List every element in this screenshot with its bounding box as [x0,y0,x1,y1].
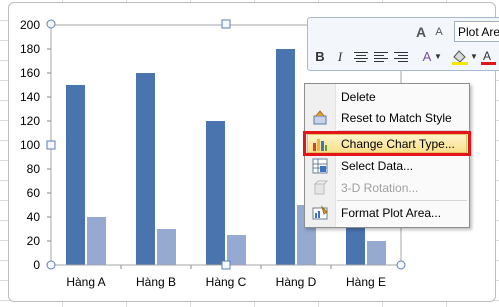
y-tick-label: 60 [27,186,41,200]
y-tick-label: 160 [20,66,40,80]
align-right-icon[interactable] [394,52,408,62]
bar-series-1-2[interactable] [206,121,225,265]
font-name-box[interactable]: Plot Area [454,21,499,42]
menu-item-label: 3-D Rotation... [341,181,419,195]
y-tick-label: 180 [20,42,40,56]
dropdown-arrow-icon[interactable]: ▼ [434,47,442,67]
y-tick-label: 0 [33,258,40,272]
font-style-button[interactable]: A [420,47,434,67]
resize-handle-bottom-right[interactable] [396,260,406,270]
x-tick-label: Hàng C [206,275,247,289]
menu-item-3d-rotation: 3-D Rotation... [305,178,469,198]
y-tick-label: 40 [27,210,41,224]
menu-item-delete[interactable]: Delete [305,87,469,107]
mini-toolbar: A A Plot Area B I A ▼ ▼ A [307,17,499,71]
bar-series-2-0[interactable] [87,217,106,265]
reset-style-icon [313,110,327,125]
x-tick-label: Hàng A [66,275,105,289]
resize-handle-bottom[interactable] [221,260,231,270]
highlight-box [303,131,471,156]
fill-color-icon[interactable] [450,48,470,66]
svg-text:A: A [483,49,491,63]
bold-button[interactable]: B [312,47,328,67]
menu-item-label: Select Data... [341,159,414,173]
menu-item-label: Reset to Match Style [341,111,452,125]
bar-series-1-1[interactable] [136,73,155,265]
bar-series-1-0[interactable] [66,85,85,265]
align-buttons-group [354,52,408,62]
x-tick-label: Hàng D [276,275,317,289]
format-plot-area-icon [312,205,328,220]
menu-item-label: Delete [341,90,376,104]
menu-item-label: Format Plot Area... [341,206,442,220]
menu-item-select-data[interactable]: Select Data... [305,156,469,176]
y-tick-label: 20 [27,234,41,248]
y-tick-label: 200 [20,18,40,32]
bar-series-2-4[interactable] [367,241,386,265]
x-tick-label: Hàng E [346,275,386,289]
grow-font-button[interactable]: A [414,22,428,42]
bar-series-2-1[interactable] [157,229,176,265]
dropdown-arrow-icon[interactable]: ▼ [470,47,478,67]
shrink-font-button[interactable]: A [432,22,446,42]
3d-rotation-icon [313,180,328,195]
y-tick-label: 140 [20,90,40,104]
menu-item-format-plot-area[interactable]: Format Plot Area... [305,203,469,223]
italic-button[interactable]: I [332,47,348,67]
align-center-icon[interactable] [354,52,368,62]
x-tick-label: Hàng B [136,275,176,289]
align-left-icon[interactable] [374,52,388,62]
menu-separator [337,200,467,201]
select-data-icon [312,158,328,174]
y-tick-label: 100 [20,138,40,152]
menu-item-reset-to-match-style[interactable]: Reset to Match Style [305,108,469,128]
resize-handle-bottom-left[interactable] [46,260,56,270]
y-tick-label: 80 [27,162,41,176]
bar-series-1-3[interactable] [276,49,295,265]
resize-handle-top[interactable] [221,19,231,29]
resize-handle-top-left[interactable] [46,19,56,29]
y-tick-label: 120 [20,114,40,128]
font-color-icon[interactable]: A [480,48,498,66]
resize-handle-left[interactable] [46,140,56,150]
